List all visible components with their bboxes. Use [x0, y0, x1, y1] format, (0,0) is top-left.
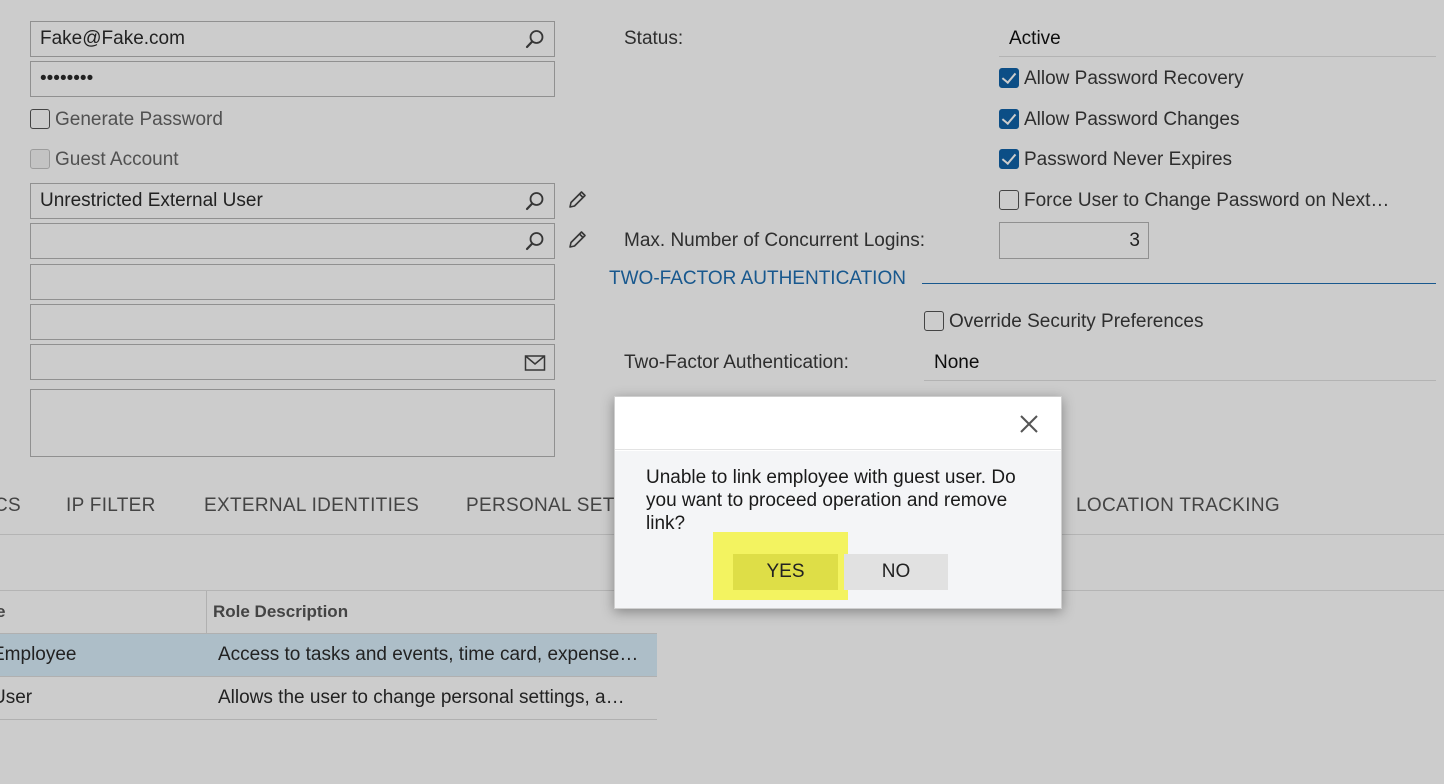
close-icon[interactable] — [1019, 414, 1039, 434]
dialog-header — [615, 397, 1061, 450]
dialog-body: Unable to link employee with guest user.… — [615, 451, 1061, 608]
modal-overlay[interactable] — [0, 0, 1444, 784]
dialog-message: Unable to link employee with guest user.… — [646, 467, 1016, 534]
confirmation-dialog: Unable to link employee with guest user.… — [614, 396, 1062, 609]
no-button[interactable]: NO — [844, 554, 948, 590]
yes-button[interactable]: YES — [733, 554, 838, 590]
